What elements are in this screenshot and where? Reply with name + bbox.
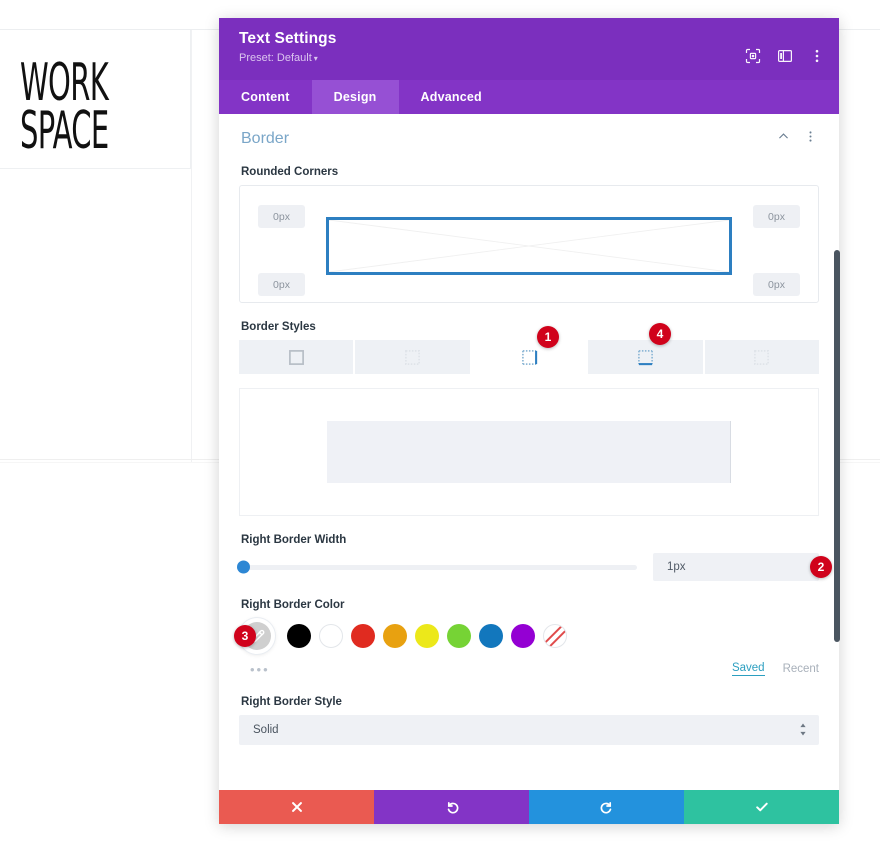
- tab-content[interactable]: Content: [219, 80, 312, 114]
- corner-top-left-input[interactable]: 0px: [258, 205, 305, 228]
- page-scrollbar[interactable]: [834, 250, 840, 642]
- modal-header: Text Settings Preset: Default ▾: [219, 18, 839, 80]
- corner-top-right-input[interactable]: 0px: [753, 205, 800, 228]
- swatch-blue[interactable]: [479, 624, 503, 648]
- right-border-width-row: 1px 2: [237, 553, 832, 581]
- annotation-badge-3: 3: [234, 625, 256, 647]
- border-preview-swatch: [327, 421, 731, 483]
- right-border-width-label: Right Border Width: [241, 534, 347, 546]
- modal-body: Border Rounded Corners 0px 0px 0px 0px B…: [219, 114, 839, 790]
- panel-layout-icon[interactable]: [777, 48, 793, 64]
- chevron-down-icon: ▾: [313, 54, 318, 63]
- annotation-badge-1: 1: [537, 326, 559, 348]
- border-section-header: Border: [239, 114, 819, 148]
- swatch-white[interactable]: [319, 624, 343, 648]
- color-tabs: Saved Recent: [731, 662, 819, 676]
- right-border-width-slider[interactable]: [237, 560, 637, 574]
- border-style-all[interactable]: [239, 340, 354, 374]
- right-border-color-row: 3: [234, 618, 819, 654]
- annotation-badge-2: 2: [810, 556, 832, 578]
- color-more-options[interactable]: •••: [250, 662, 270, 677]
- preset-selector[interactable]: Preset: Default ▾: [239, 52, 819, 64]
- save-button[interactable]: [684, 790, 839, 824]
- swatch-none[interactable]: [543, 624, 567, 648]
- swatch-green[interactable]: [447, 624, 471, 648]
- border-style-bottom[interactable]: [588, 340, 703, 374]
- cancel-button[interactable]: [219, 790, 374, 824]
- modal-tabbar: Content Design Advanced: [219, 80, 839, 114]
- border-right-icon: [521, 349, 537, 365]
- corner-diagonals: [329, 220, 729, 272]
- slider-knob[interactable]: [237, 560, 250, 574]
- section-title: Border: [241, 130, 290, 147]
- swatch-yellow[interactable]: [415, 624, 439, 648]
- redo-button[interactable]: [529, 790, 684, 824]
- background-vertical-rule: [191, 30, 192, 462]
- more-vertical-icon[interactable]: [804, 130, 817, 148]
- right-border-color-label: Right Border Color: [241, 599, 345, 611]
- tab-advanced[interactable]: Advanced: [399, 80, 504, 114]
- undo-button[interactable]: [374, 790, 529, 824]
- chevron-up-icon[interactable]: [777, 130, 790, 148]
- preset-label: Preset: Default: [239, 52, 312, 64]
- border-styles-row: 1 4: [239, 323, 820, 374]
- border-styles-label: Border Styles: [241, 321, 316, 333]
- border-all-icon: [288, 349, 304, 365]
- swatch-black[interactable]: [287, 624, 311, 648]
- color-meta-row: ••• Saved Recent: [239, 660, 819, 678]
- border-style-left[interactable]: [704, 340, 820, 374]
- border-preview-panel: [239, 388, 819, 516]
- annotation-badge-4: 4: [649, 323, 671, 345]
- color-tab-saved[interactable]: Saved: [731, 662, 765, 676]
- section-controls: [777, 130, 817, 148]
- select-arrows-icon: [799, 723, 807, 737]
- swatch-orange[interactable]: [383, 624, 407, 648]
- rounded-corners-panel: 0px 0px 0px 0px: [239, 185, 819, 303]
- focus-target-icon[interactable]: [745, 48, 761, 64]
- site-wordmark: WORK SPACE: [20, 53, 109, 161]
- modal-title: Text Settings: [239, 30, 337, 47]
- border-style-none[interactable]: [355, 340, 470, 374]
- tab-design[interactable]: Design: [311, 80, 399, 114]
- border-style-right[interactable]: [471, 340, 587, 374]
- more-vertical-icon[interactable]: [809, 48, 825, 64]
- right-border-width-input[interactable]: 1px: [653, 553, 819, 581]
- modal-footer: [219, 790, 839, 824]
- rounded-corners-label: Rounded Corners: [241, 166, 339, 178]
- close-icon: [291, 802, 302, 812]
- border-none-icon: [405, 349, 421, 365]
- screenshot-root: WORK SPACE Text Settings Preset: Default…: [0, 0, 880, 853]
- border-bottom-icon: [637, 349, 653, 365]
- swatch-red[interactable]: [351, 624, 375, 648]
- right-border-style-label: Right Border Style: [241, 696, 342, 708]
- corner-bottom-left-input[interactable]: 0px: [258, 273, 305, 296]
- corner-bottom-right-input[interactable]: 0px: [753, 273, 800, 296]
- text-settings-modal: Text Settings Preset: Default ▾ Content …: [219, 18, 839, 824]
- swatch-purple[interactable]: [511, 624, 535, 648]
- header-icon-group: [745, 48, 825, 64]
- right-border-style-value: Solid: [253, 724, 279, 736]
- right-border-style-select[interactable]: Solid: [239, 715, 819, 745]
- border-left-icon: [754, 349, 770, 365]
- corner-preview-box: [326, 217, 732, 275]
- undo-icon: [447, 801, 458, 814]
- color-tab-recent[interactable]: Recent: [783, 663, 819, 675]
- redo-icon: [600, 801, 611, 814]
- checkmark-icon: [755, 802, 768, 812]
